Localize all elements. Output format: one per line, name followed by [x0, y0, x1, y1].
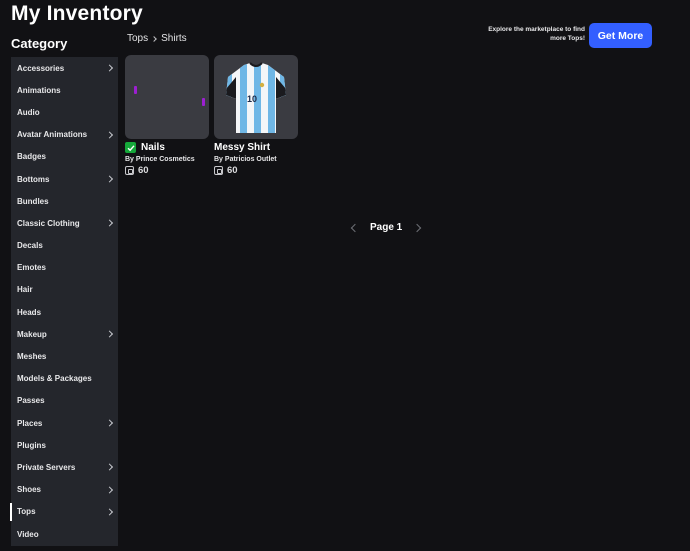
item-creator: By Prince Cosmetics [125, 156, 195, 163]
promo-text: Explore the marketplace to find more Top… [488, 26, 585, 42]
sidebar-item-tops[interactable]: Tops [10, 501, 118, 523]
breadcrumb-current: Shirts [161, 33, 187, 44]
sidebar-item-label: Bottoms [17, 174, 50, 184]
sidebar-item-label: Emotes [17, 263, 46, 273]
sidebar-item-audio[interactable]: Audio [11, 101, 118, 123]
sidebar-item-label: Animations [17, 85, 61, 95]
chevron-right-icon [105, 508, 114, 516]
chevron-right-icon [105, 131, 114, 139]
sidebar-item-label: Heads [17, 307, 42, 317]
pagination: Page 1 [350, 222, 422, 233]
nails-thumbnail[interactable] [125, 55, 209, 139]
sidebar-item-label: Accessories [17, 63, 65, 73]
item-creator: By Patricios Outlet [214, 156, 277, 163]
sidebar-item-label: Badges [17, 152, 46, 162]
page-title: My Inventory [11, 2, 143, 25]
item-price: 60 [214, 165, 298, 176]
sidebar-item-label: Models & Packages [17, 374, 92, 384]
category-sidebar: Accessories Animations Audio Avatar Anim… [10, 57, 118, 546]
sidebar-item-private-servers[interactable]: Private Servers [11, 456, 118, 478]
chevron-right-icon [105, 219, 114, 227]
sidebar-item-label: Plugins [17, 440, 46, 450]
page-indicator: Page 1 [370, 222, 403, 233]
item-card[interactable]: 10 Messy Shirt By Patricios Outlet 60 [214, 55, 298, 176]
sidebar-item-decals[interactable]: Decals [11, 235, 118, 257]
sidebar-item-bottoms[interactable]: Bottoms [11, 168, 118, 190]
sidebar-item-label: Places [17, 418, 43, 428]
check-icon [125, 142, 136, 153]
chevron-right-icon[interactable] [413, 223, 422, 232]
sidebar-item-label: Classic Clothing [17, 218, 80, 228]
sidebar-item-label: Passes [17, 396, 45, 406]
creator-link[interactable]: Patricios Outlet [225, 156, 277, 163]
robux-icon [125, 166, 134, 175]
chevron-right-icon [105, 64, 114, 72]
chevron-left-icon[interactable] [350, 223, 360, 232]
sidebar-item-emotes[interactable]: Emotes [11, 257, 118, 279]
sidebar-item-animations[interactable]: Animations [11, 79, 118, 101]
sidebar-item-places[interactable]: Places [11, 412, 118, 434]
sidebar-item-label: Private Servers [17, 462, 76, 472]
sidebar-item-makeup[interactable]: Makeup [11, 323, 118, 345]
sidebar-item-label: Meshes [17, 352, 47, 362]
get-more-button[interactable]: Get More [589, 23, 652, 48]
item-name[interactable]: Nails [141, 142, 165, 153]
sidebar-item-label: Bundles [17, 196, 49, 206]
shirt-thumbnail[interactable]: 10 [214, 55, 298, 139]
sidebar-item-hair[interactable]: Hair [11, 279, 118, 301]
chevron-right-icon [105, 463, 114, 472]
sidebar-item-label: Hair [17, 285, 33, 295]
sidebar-item-badges[interactable]: Badges [11, 146, 118, 168]
chevron-right-icon [105, 175, 114, 183]
sidebar-item-models-packages[interactable]: Models & Packages [11, 368, 118, 390]
robux-icon [214, 166, 223, 175]
sidebar-item-label: Makeup [17, 329, 47, 339]
category-heading: Category [11, 36, 68, 51]
creator-link[interactable]: Prince Cosmetics [136, 156, 195, 163]
sidebar-item-label: Shoes [17, 485, 42, 495]
item-name[interactable]: Messy Shirt [214, 142, 270, 153]
sidebar-item-label: Tops [17, 507, 36, 517]
chevron-right-icon [105, 486, 114, 494]
svg-text:10: 10 [247, 94, 257, 104]
sidebar-item-bundles[interactable]: Bundles [11, 190, 118, 212]
sidebar-item-accessories[interactable]: Accessories [11, 57, 118, 79]
sidebar-item-classic-clothing[interactable]: Classic Clothing [11, 212, 118, 234]
sidebar-item-label: Video [17, 529, 39, 539]
sidebar-item-meshes[interactable]: Meshes [11, 345, 118, 367]
sidebar-item-passes[interactable]: Passes [11, 390, 118, 412]
item-price: 60 [125, 165, 209, 176]
sidebar-item-avatar-animations[interactable]: Avatar Animations [11, 124, 118, 146]
chevron-right-icon [105, 419, 114, 427]
sidebar-item-video[interactable]: Video [11, 523, 118, 545]
chevron-right-icon [151, 35, 157, 42]
sidebar-item-shoes[interactable]: Shoes [11, 479, 118, 501]
sidebar-item-heads[interactable]: Heads [11, 301, 118, 323]
sidebar-item-label: Audio [17, 107, 40, 117]
sidebar-item-plugins[interactable]: Plugins [11, 434, 118, 456]
sidebar-item-label: Avatar Animations [17, 130, 88, 140]
item-card[interactable]: Nails By Prince Cosmetics 60 [125, 55, 209, 176]
breadcrumb-parent-link[interactable]: Tops [127, 33, 148, 44]
chevron-right-icon [105, 330, 114, 338]
sidebar-item-label: Decals [17, 241, 43, 251]
breadcrumb: Tops Shirts [127, 33, 187, 44]
